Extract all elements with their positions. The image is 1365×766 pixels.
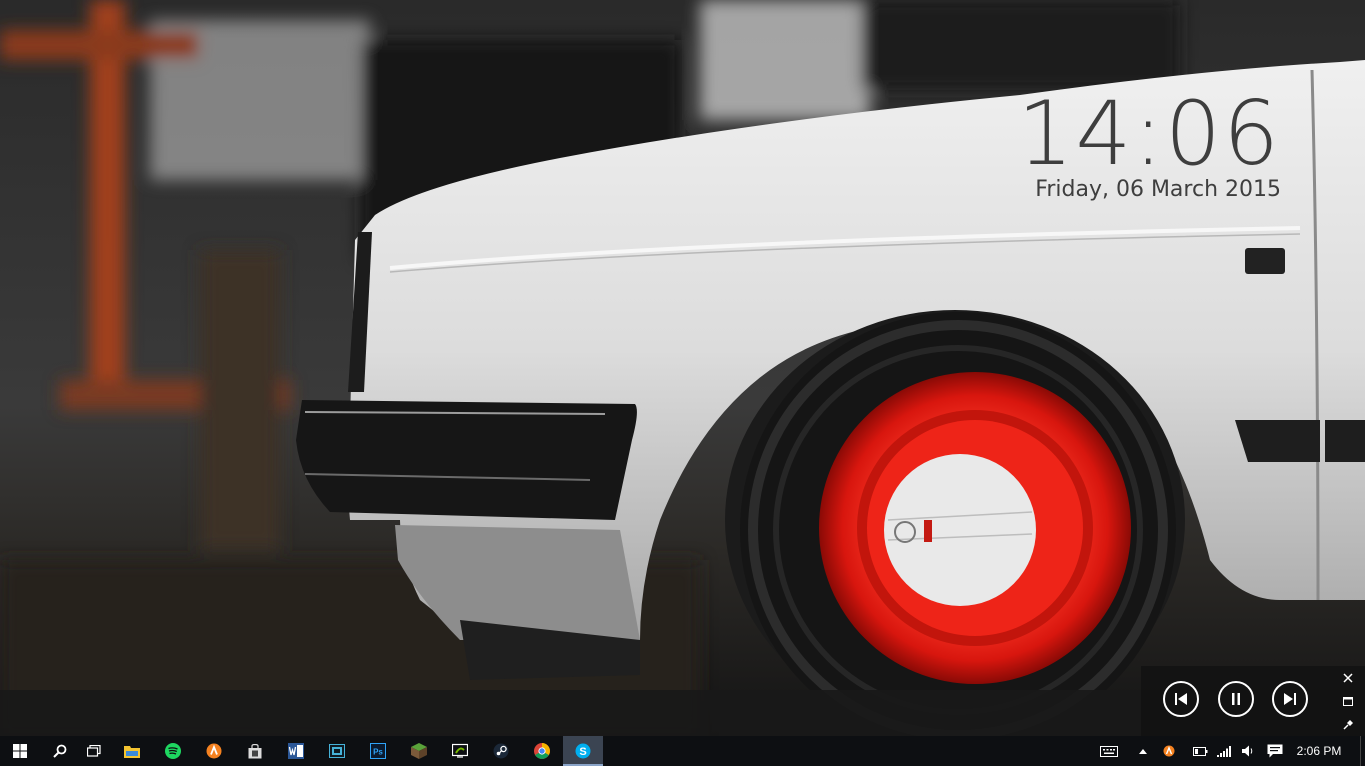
media-controls-flyout: [1141, 666, 1365, 736]
close-icon: [1343, 673, 1353, 683]
svg-text:Ps: Ps: [373, 748, 383, 757]
pin-icon: [1342, 719, 1353, 730]
battery-icon: [1192, 746, 1207, 756]
steam-icon: [493, 743, 509, 759]
taskbar-app-steam[interactable]: [481, 736, 521, 766]
previous-track-button[interactable]: [1163, 681, 1199, 717]
chrome-icon: [534, 743, 550, 759]
next-track-button[interactable]: [1272, 681, 1308, 717]
show-desktop-button[interactable]: [1360, 736, 1365, 766]
touch-keyboard-button[interactable]: [1098, 736, 1120, 766]
task-view-button[interactable]: [74, 736, 114, 766]
taskbar-app-minecraft[interactable]: [399, 736, 439, 766]
taskbar-app-photoshop[interactable]: Ps: [358, 736, 398, 766]
close-button[interactable]: [1339, 670, 1357, 686]
skype-icon: S: [575, 743, 591, 759]
media-player-icon: [329, 744, 345, 758]
restore-button[interactable]: [1339, 693, 1357, 709]
clock-widget: 14:06 Friday, 06 March 2015: [1017, 86, 1281, 202]
battery-button[interactable]: [1190, 736, 1210, 766]
desktop: 14:06 Friday, 06 March 2015: [0, 0, 1365, 736]
taskbar-app-chrome[interactable]: [522, 736, 562, 766]
action-center-button[interactable]: [1264, 736, 1286, 766]
clock-date: Friday, 06 March 2015: [1035, 177, 1281, 202]
network-signal-icon: [1217, 745, 1231, 757]
avast-tray-button[interactable]: [1160, 736, 1178, 766]
photoshop-icon: Ps: [370, 743, 386, 759]
clock-time: 14:06: [1017, 82, 1281, 185]
nvidia-shadowplay-icon: [452, 743, 468, 758]
show-hidden-icons-icon: [1139, 748, 1147, 754]
spotify-icon: [165, 743, 181, 759]
taskbar-app-avast[interactable]: [194, 736, 234, 766]
task-view-icon: [87, 745, 101, 757]
volume-button[interactable]: [1238, 736, 1258, 766]
pin-button[interactable]: [1339, 716, 1357, 732]
taskbar-app-windows-store[interactable]: [235, 736, 275, 766]
previous-track-icon: [1175, 693, 1187, 705]
taskbar-app-file-explorer[interactable]: [112, 736, 152, 766]
taskbar-app-media-player[interactable]: [317, 736, 357, 766]
windows-store-icon: [248, 743, 262, 758]
pause-button[interactable]: [1218, 681, 1254, 717]
taskbar-clock[interactable]: 2:06 PM: [1293, 736, 1345, 766]
minecraft-icon: [411, 743, 427, 759]
show-hidden-icons-button[interactable]: [1136, 736, 1150, 766]
restore-icon: [1343, 696, 1353, 706]
pause-icon: [1232, 693, 1240, 705]
taskbar-app-nvidia-shadowplay[interactable]: [440, 736, 480, 766]
word-icon: [288, 743, 304, 759]
file-explorer-icon: [124, 746, 140, 758]
search-icon: [53, 744, 67, 758]
start-button[interactable]: [0, 736, 40, 766]
avast-tray-icon: [1163, 745, 1175, 757]
volume-icon: [1241, 745, 1252, 757]
svg-text:S: S: [579, 746, 586, 758]
taskbar-app-spotify[interactable]: [153, 736, 193, 766]
next-track-icon: [1284, 693, 1296, 705]
taskbar-app-skype[interactable]: S: [563, 736, 603, 766]
network-button[interactable]: [1214, 736, 1234, 766]
taskbar: Ps S 2:06 PM: [0, 736, 1365, 766]
action-center-icon: [1267, 744, 1283, 758]
taskbar-app-word[interactable]: [276, 736, 316, 766]
windows-start-icon: [13, 744, 27, 758]
touch-keyboard-icon: [1100, 745, 1118, 757]
avast-icon: [206, 743, 222, 759]
